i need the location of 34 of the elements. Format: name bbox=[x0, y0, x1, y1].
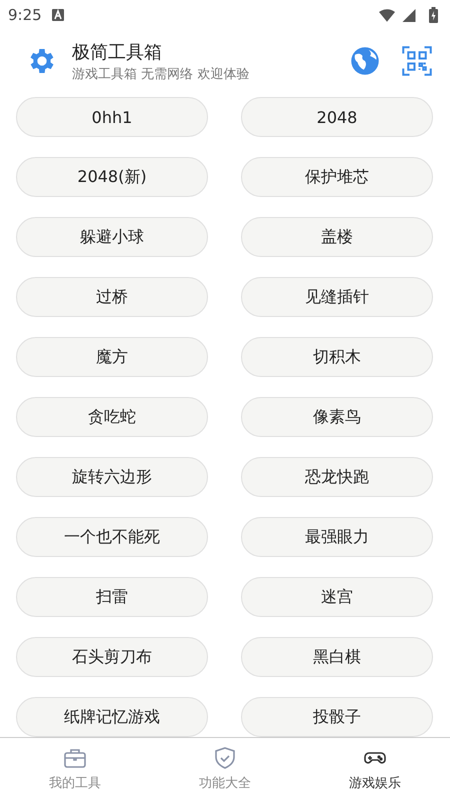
signal-icon bbox=[401, 8, 417, 22]
app-subtitle: 游戏工具箱 无需网络 欢迎体验 bbox=[72, 66, 250, 82]
wifi-icon bbox=[379, 8, 395, 22]
game-button[interactable]: 贪吃蛇 bbox=[16, 397, 208, 437]
game-button[interactable]: 过桥 bbox=[16, 277, 208, 317]
game-button[interactable]: 旋转六边形 bbox=[16, 457, 208, 497]
game-button[interactable]: 像素鸟 bbox=[241, 397, 433, 437]
battery-icon bbox=[429, 7, 438, 23]
game-button[interactable]: 保护堆芯 bbox=[241, 157, 433, 197]
game-button[interactable]: 黑白棋 bbox=[241, 637, 433, 677]
game-button[interactable]: 躲避小球 bbox=[16, 217, 208, 257]
game-button[interactable]: 扫雷 bbox=[16, 577, 208, 617]
game-button[interactable]: 2048(新) bbox=[16, 157, 208, 197]
game-button[interactable]: 盖楼 bbox=[241, 217, 433, 257]
game-button[interactable]: 迷宫 bbox=[241, 577, 433, 617]
shield-check-icon bbox=[213, 746, 237, 770]
game-button[interactable]: 见缝插针 bbox=[241, 277, 433, 317]
globe-icon[interactable] bbox=[350, 46, 380, 76]
status-time: 9:25 bbox=[8, 6, 42, 24]
game-button[interactable]: 最强眼力 bbox=[241, 517, 433, 557]
qr-scan-icon[interactable] bbox=[402, 46, 432, 76]
game-button[interactable]: 一个也不能死 bbox=[16, 517, 208, 557]
toolbox-icon bbox=[63, 746, 87, 770]
app-title: 极简工具箱 bbox=[72, 40, 163, 64]
game-button[interactable]: 0hh1 bbox=[16, 97, 208, 137]
game-button[interactable]: 魔方 bbox=[16, 337, 208, 377]
game-button[interactable]: 投骰子 bbox=[241, 697, 433, 737]
game-button[interactable]: 纸牌记忆游戏 bbox=[16, 697, 208, 737]
nav-tab[interactable]: 游戏娱乐 bbox=[300, 738, 450, 800]
game-button[interactable]: 恐龙快跑 bbox=[241, 457, 433, 497]
game-button[interactable]: 石头剪刀布 bbox=[16, 637, 208, 677]
notification-icon bbox=[52, 9, 64, 21]
game-button[interactable]: 切积木 bbox=[241, 337, 433, 377]
game-button[interactable]: 2048 bbox=[241, 97, 433, 137]
